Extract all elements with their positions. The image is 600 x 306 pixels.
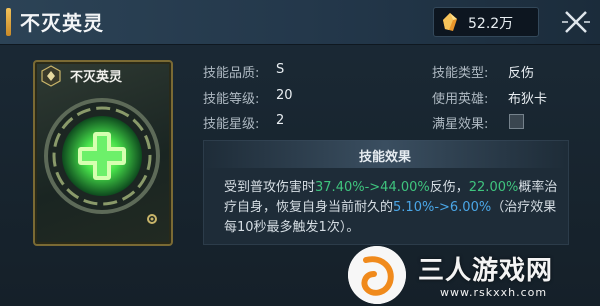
fullstar-checkbox[interactable] [509,114,524,129]
type-label: 技能类型: [432,66,489,81]
currency-display[interactable]: 52.2万 [433,7,539,37]
star-value: 2 [276,113,285,128]
effect-text: 概率治 [518,180,558,195]
effect-text: 反伤， [429,180,469,195]
heal-chance-value: 22.00% [468,180,519,195]
damage-reflect-value: 37.40%->44.00% [315,180,430,195]
star-label: 技能星级: [203,117,260,132]
level-label: 技能等级: [203,92,260,107]
close-icon[interactable] [558,4,594,40]
effect-line-3: 每10秒最多触发1次）。 [224,220,360,235]
header-bar: 不灭英灵 52.2万 [0,0,600,45]
watermark-url: www.rskxxh.com [440,286,548,299]
effect-text: 疗自身，恢复自身当前耐久的 [224,200,394,215]
effect-title: 技能效果 [358,150,411,165]
type-value: 反伤 [508,66,535,81]
effect-line-1: 受到普攻伤害时37.40%->44.00%反伤，22.00%概率治 [224,176,557,195]
hero-label: 使用英雄: [432,92,489,107]
card-title: 不灭英灵 [70,70,123,85]
watermark-text: 三人游戏网 [418,256,554,286]
effect-line-2: 疗自身，恢复自身当前耐久的5.10%->6.00%（治疗效果 [224,196,556,215]
quality-value: S [276,62,285,77]
quality-label: 技能品质: [203,66,260,81]
page-title: 不灭英灵 [20,11,104,35]
gear-icon [147,214,157,224]
watermark-logo-icon [348,246,406,304]
title-accent-bar [6,8,11,36]
crystal-shard-icon [443,13,457,31]
heal-percent-value: 5.10%->6.00% [393,200,492,215]
level-value: 20 [276,88,293,103]
currency-amount: 52.2万 [468,16,514,32]
effect-text: （治疗效果 [491,200,557,215]
skill-type-icon [41,65,61,87]
hero-value: 布狄卡 [508,92,548,107]
effect-text: 受到普攻伤害时 [224,180,316,195]
fullstar-label: 满星效果: [432,117,489,132]
green-cross-shield-icon [44,98,160,214]
